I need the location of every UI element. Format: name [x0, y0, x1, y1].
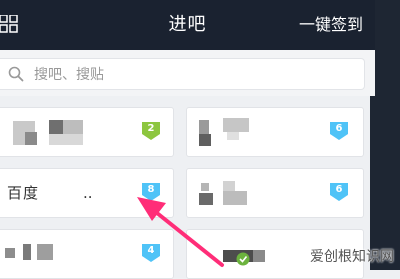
annotation-arrow	[137, 197, 224, 267]
watermark-text: 爱创根知识网	[310, 249, 394, 265]
watermark-logo-icon	[236, 252, 250, 266]
